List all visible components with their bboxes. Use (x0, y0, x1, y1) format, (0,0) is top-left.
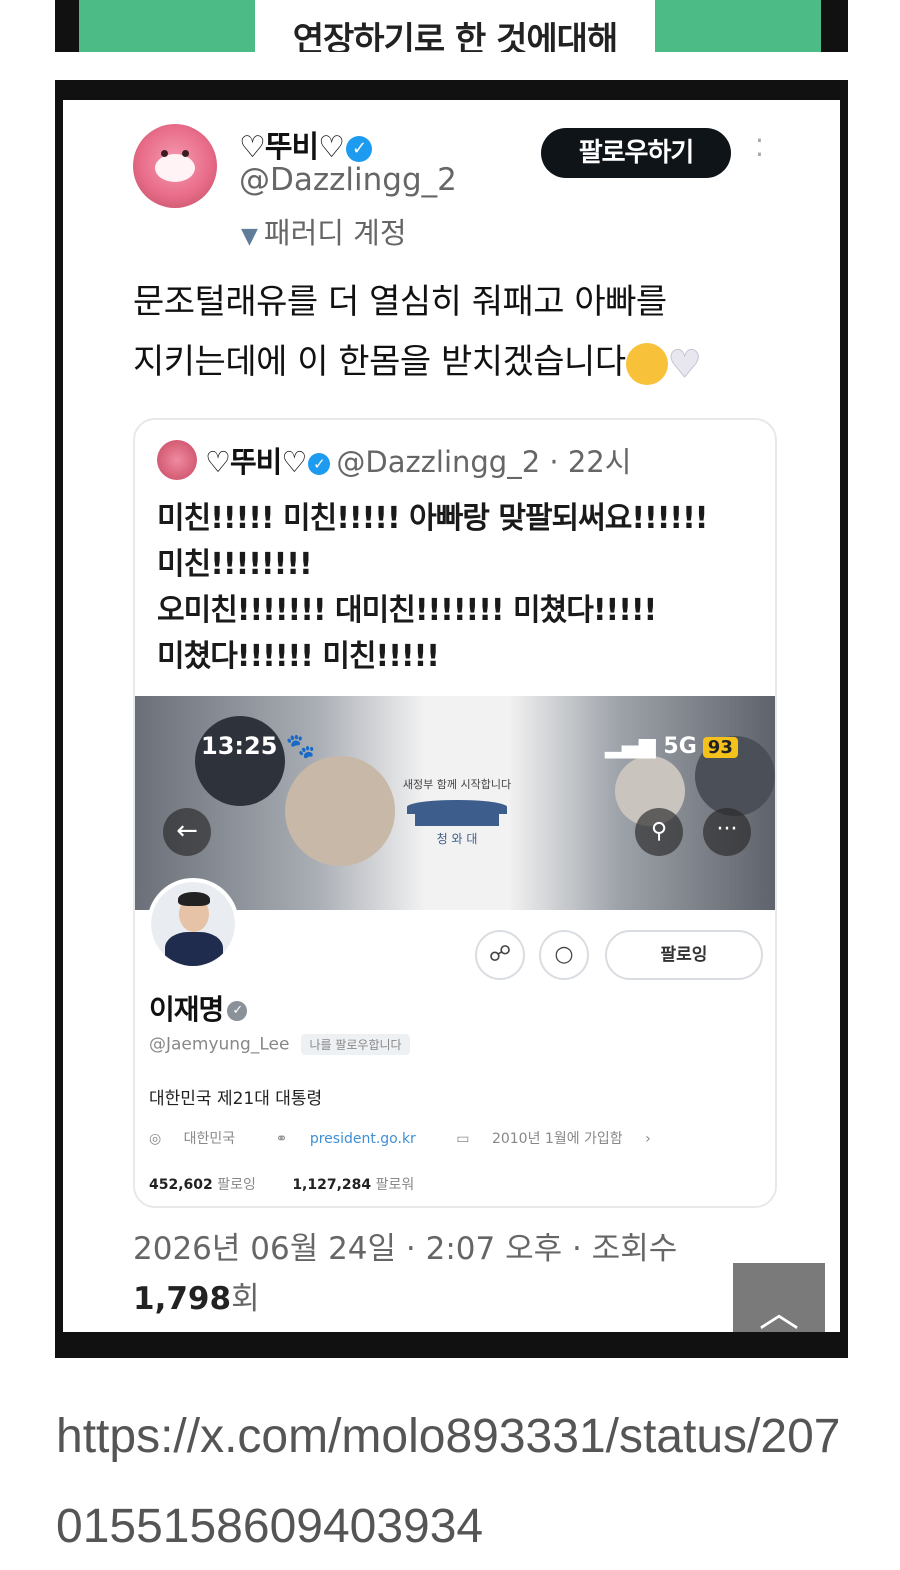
verified-badge-icon: ✓ (346, 135, 372, 162)
blue-house-body (415, 814, 499, 826)
status-network: 5G (663, 734, 697, 759)
tweet-screenshot-frame: ♡뚜비♡ ✓ @Dazzlingg_2 ▼ 패러디 계정 팔로우하기 · · 문조털래… (55, 80, 848, 1358)
quoted-handle-time: @Dazzlingg_2 · 22시 (336, 445, 632, 479)
profile-avatar-hair (178, 892, 210, 906)
quoted-tweet-text: 미친!!!!! 미친!!!!! 아빠랑 맞팔되써요!!!!!! 미친!!!!!!… (157, 501, 708, 674)
avatar-face (155, 154, 195, 182)
source-url[interactable]: https://x.com/molo893331/status/20701551… (56, 1392, 856, 1570)
display-name-text: ♡뚜비♡ (239, 130, 345, 165)
user-handle[interactable]: @Dazzlingg_2 (239, 162, 457, 198)
joined-item: ▭ 2010년 1월에 가입함 › (456, 1131, 651, 1147)
grok-icon[interactable]: ☍ (475, 930, 525, 980)
profile-name-text: 이재명 (149, 993, 224, 1026)
profile-name: 이재명 ✓ (149, 988, 248, 1028)
avatar-eye-left (161, 150, 168, 157)
followers-count: 1,127,284 (292, 1177, 372, 1193)
followers-label: 팔로워 (375, 1177, 415, 1193)
location-text: 대한민국 (183, 1131, 236, 1147)
banner-green-right (655, 0, 821, 52)
banner-green-left (79, 0, 255, 52)
top-banner-image: 연장하기로 한 것에대해 (55, 0, 848, 52)
tweet-views-count: 1,798 (133, 1281, 232, 1317)
calendar-icon: ▭ (456, 1131, 470, 1147)
tweet-views-suffix: 회 (231, 1281, 260, 1317)
tweet-text-line2: 지키는데에 이 한몸을 받치겠습니다 (133, 342, 626, 382)
blue-house-logo: 새정부 함께 시작합니다 청 와 대 (397, 768, 517, 848)
search-icon[interactable]: ⚲ (635, 808, 683, 856)
follow-button[interactable]: 팔로우하기 (541, 128, 731, 178)
following-button[interactable]: 팔로잉 (605, 930, 763, 980)
back-arrow-icon[interactable]: ← (163, 808, 211, 856)
mask-icon: ▼ (241, 224, 258, 249)
parody-label-text: 패러디 계정 (263, 216, 407, 250)
profile-avatar[interactable] (147, 878, 239, 970)
link-icon: ⚭ (275, 1131, 288, 1147)
website-link[interactable]: president.go.kr (310, 1131, 416, 1147)
more-icon[interactable]: ··· (703, 808, 751, 856)
location-icon: ◎ (149, 1131, 162, 1147)
following-count: 452,602 (149, 1177, 213, 1193)
white-heart-emoji-icon: ♥ (667, 341, 702, 386)
user-display-name[interactable]: ♡뚜비♡ ✓ (239, 122, 372, 166)
tweet-text: 문조털래유를 더 열심히 줘패고 아빠를 지키는데에 이 한몸을 받치겠습니다 ♥ (133, 272, 813, 394)
website-item[interactable]: ⚭ president.go.kr (276, 1131, 434, 1147)
scroll-to-top-button[interactable]: ︿ (733, 1263, 825, 1332)
profile-verified-badge-icon: ✓ (227, 1001, 248, 1021)
user-avatar[interactable] (133, 124, 217, 208)
profile-bio: 대한민국 제21대 대통령 (149, 1089, 323, 1109)
quoted-tweet-card[interactable]: ♡뚜비♡ ✓ @Dazzlingg_2 · 22시 미친!!!!! 미친!!!!! … (133, 418, 777, 1208)
avatar-eye-right (182, 150, 189, 157)
profile-handle-text: @Jaemyung_Lee (149, 1034, 290, 1055)
quoted-media-profile-screenshot[interactable]: 13:25 🐾 ▂▄▆ 5G 93 새정부 함께 시작합니다 청 와 대 ← ⚲ … (135, 696, 775, 1206)
banner-slogan: 새정부 함께 시작합니다 (402, 778, 512, 791)
quoted-tweet-header: ♡뚜비♡ ✓ @Dazzlingg_2 · 22시 (205, 440, 631, 484)
profile-avatar-suit (165, 932, 223, 966)
quoted-verified-badge-icon: ✓ (308, 453, 331, 475)
tweet-card: ♡뚜비♡ ✓ @Dazzlingg_2 ▼ 패러디 계정 팔로우하기 · · 문조털래… (63, 100, 840, 1332)
banner-person (195, 716, 285, 806)
status-bar: ▂▄▆ 5G 93 (605, 734, 738, 759)
banner-caption: 연장하기로 한 것에대해 (292, 20, 618, 52)
status-time: 13:25 🐾 (201, 732, 316, 760)
profile-banner-image: 13:25 🐾 ▂▄▆ 5G 93 새정부 함께 시작합니다 청 와 대 ← ⚲ … (135, 696, 775, 910)
status-time-text: 13:25 (201, 732, 278, 760)
profile-handle: @Jaemyung_Lee 나를 팔로우합니다 (149, 1034, 410, 1055)
banner-cheongwadae: 청 와 대 (436, 832, 478, 846)
followers-stat[interactable]: 1,127,284 팔로워 (292, 1177, 430, 1193)
banner-person (285, 756, 395, 866)
message-icon[interactable]: ○ (539, 930, 589, 980)
tweet-timestamp: 2026년 06월 24일 · 2:07 오후 · 조회수 (133, 1231, 678, 1267)
tweet-timestamp-views: 2026년 06월 24일 · 2:07 오후 · 조회수 1,798회 (133, 1224, 793, 1324)
quoted-display-name: ♡뚜비♡ (205, 445, 307, 479)
more-options-icon[interactable]: · · (755, 127, 764, 169)
location-item: ◎ 대한민국 (149, 1131, 253, 1147)
battery-badge: 93 (702, 737, 738, 758)
follows-you-badge: 나를 팔로우합니다 (301, 1034, 410, 1055)
following-label: 팔로잉 (217, 1177, 256, 1193)
joined-text: 2010년 1월에 가입함 (491, 1131, 623, 1147)
blushing-face-emoji-icon (625, 342, 668, 385)
profile-stats: 452,602 팔로잉 1,127,284 팔로워 (149, 1174, 446, 1194)
following-stat[interactable]: 452,602 팔로잉 (149, 1177, 272, 1193)
profile-meta: ◎ 대한민국 ⚭ president.go.kr ▭ 2010년 1월에 가입함… (149, 1128, 669, 1148)
blue-house-roof (407, 800, 507, 814)
tweet-text-line1: 문조털래유를 더 열심히 줘패고 아빠를 (133, 282, 667, 322)
quoted-user-avatar (157, 440, 197, 480)
parody-account-label: ▼ 패러디 계정 (241, 210, 407, 252)
